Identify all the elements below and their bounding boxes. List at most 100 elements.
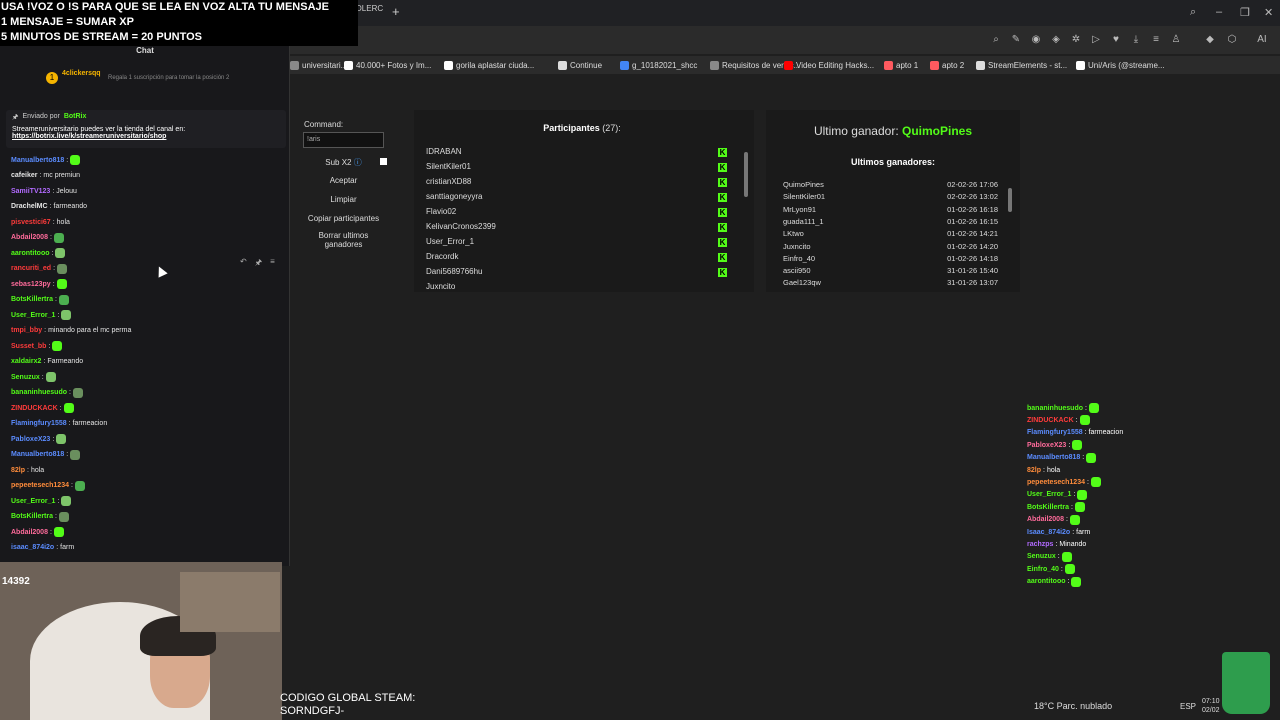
bookmark-item[interactable]: apto 2 <box>930 56 964 74</box>
chat-username[interactable]: cafeiker <box>11 172 37 179</box>
chat-message[interactable]: Abdail2008: <box>11 232 64 244</box>
participants-scrollbar[interactable] <box>744 152 748 197</box>
chat-message[interactable]: bananinhuesudo: <box>11 387 83 399</box>
chat-username[interactable]: rancuriti_ed <box>11 265 51 272</box>
chat-message[interactable]: ZINDUCKACK: <box>11 402 74 414</box>
user-icon[interactable]: ♙ <box>1170 34 1182 46</box>
participant-row[interactable]: Dani5689766hu <box>426 267 726 282</box>
participant-row[interactable]: User_Error_1 <box>426 237 726 252</box>
play-icon[interactable]: ▷ <box>1090 34 1102 46</box>
bookmark-item[interactable]: 40.000+ Fotos y Im... <box>344 56 431 74</box>
chat-message[interactable]: BotsKillertra: <box>11 294 69 306</box>
chat-username[interactable]: SamiiTV123 <box>11 188 50 195</box>
pinned-link[interactable]: https://botrix.live/k/streameruniversita… <box>12 133 280 140</box>
participant-row[interactable]: Juxncito <box>426 282 726 297</box>
bookmark-item[interactable]: apto 1 <box>884 56 918 74</box>
chat-message[interactable]: Manualberto818: <box>11 154 81 166</box>
chat-message[interactable]: Susset_bb: <box>11 340 63 352</box>
chat-username[interactable]: pepeetesech1234 <box>11 482 69 489</box>
chat-message[interactable]: Senuzux: <box>11 371 56 383</box>
command-input[interactable]: !aris <box>303 132 384 148</box>
participant-row[interactable]: santtiagoneyyra <box>426 192 726 207</box>
chat-username[interactable]: Manualberto818 <box>11 451 64 458</box>
heart-icon[interactable]: ♥ <box>1110 34 1122 46</box>
chat-message[interactable]: Abdail2008: <box>11 526 64 538</box>
accept-button[interactable]: Aceptar <box>303 176 384 185</box>
clock[interactable]: 07:10 02/02 <box>1202 697 1220 715</box>
pin-icon[interactable]: 🖈 <box>255 257 262 269</box>
chat-message[interactable]: User_Error_1: <box>11 495 72 507</box>
participant-row[interactable]: KelivanCronos2399 <box>426 222 726 237</box>
bookmark-item[interactable]: Continue <box>558 56 602 74</box>
bookmark-item[interactable]: Uni/Aris (@streame... <box>1076 56 1165 74</box>
chat-message[interactable]: rancuriti_ed: <box>11 263 68 275</box>
chat-message[interactable]: Flamingfury1558: farmeacion <box>11 418 107 430</box>
bookmark-item[interactable]: Video Editing Hacks... <box>784 56 874 74</box>
maximize-icon[interactable]: ❐ <box>1240 6 1250 19</box>
chat-username[interactable]: sebas123py <box>11 281 51 288</box>
chat-message[interactable]: PabloxeX23: <box>11 433 67 445</box>
clear-winners-button[interactable]: Borrar ultimos ganadores <box>303 231 384 249</box>
chat-username[interactable]: isaac_874i2o <box>11 544 54 551</box>
chat-message[interactable]: sebas123py: <box>11 278 67 290</box>
sub-x2-checkbox[interactable] <box>380 158 387 165</box>
chat-username[interactable]: bananinhuesudo <box>11 389 67 396</box>
bookmark-item[interactable]: StreamElements - st... <box>976 56 1067 74</box>
new-tab-button[interactable]: + <box>392 4 400 19</box>
download-icon[interactable]: ⤓ <box>1130 34 1142 46</box>
chat-username[interactable]: xaldairx2 <box>11 358 41 365</box>
chat-message[interactable]: SamiiTV123: Jelouu <box>11 185 77 197</box>
chat-username[interactable]: Susset_bb <box>11 343 46 350</box>
zoom-icon[interactable]: ⌕ <box>990 34 1002 46</box>
search-tabs-icon[interactable]: ⌕ <box>1190 6 1196 19</box>
chat-username[interactable]: PabloxeX23 <box>11 436 50 443</box>
chat-message[interactable]: pisvestici67: hola <box>11 216 70 228</box>
close-icon[interactable]: ✕ <box>1264 6 1273 19</box>
participant-row[interactable]: Dracordk <box>426 252 726 267</box>
diamond-icon[interactable]: ◆ <box>1204 34 1216 46</box>
winners-scrollbar[interactable] <box>1008 188 1012 212</box>
chat-username[interactable]: Manualberto818 <box>11 157 64 164</box>
chat-message[interactable]: isaac_874i2o: farm <box>11 542 74 554</box>
sub-gift-banner[interactable]: 1 4clickersqq Regala 1 suscripción para … <box>44 70 244 90</box>
chat-username[interactable]: Abdail2008 <box>11 234 48 241</box>
chat-message[interactable]: Manualberto818: <box>11 449 81 461</box>
chat-username[interactable]: DrachelMC <box>11 203 48 210</box>
weather-widget[interactable]: 18°C Parc. nublado <box>1034 701 1112 711</box>
chat-username[interactable]: tmpi_bby <box>11 327 42 334</box>
chat-message[interactable]: 82lp: hola <box>11 464 44 476</box>
participant-row[interactable]: cristianXD88 <box>426 177 726 192</box>
chat-message[interactable]: xaldairx2: Farmeando <box>11 356 83 368</box>
chat-message[interactable]: aarontitooo: <box>11 247 66 259</box>
edit-icon[interactable]: ✎ <box>1010 34 1022 46</box>
chat-message[interactable]: cafeiker: mc premiun <box>11 170 80 182</box>
ai-icon[interactable]: AI <box>1250 34 1274 46</box>
chat-username[interactable]: Senuzux <box>11 374 40 381</box>
bookmark-item[interactable]: gorila aplastar ciuda... <box>444 56 534 74</box>
language-indicator[interactable]: ESP <box>1180 702 1196 711</box>
cube-icon[interactable]: ⬡ <box>1226 34 1238 46</box>
chat-username[interactable]: ZINDUCKACK <box>11 405 58 412</box>
chat-username[interactable]: pisvestici67 <box>11 219 51 226</box>
bookmark-item[interactable]: universitari... <box>290 56 347 74</box>
chat-username[interactable]: BotsKillertra <box>11 296 53 303</box>
participant-row[interactable]: SilentKiler01 <box>426 162 726 177</box>
menu-icon[interactable]: ≡ <box>270 257 275 269</box>
list-icon[interactable]: ≡ <box>1150 34 1162 46</box>
chat-username[interactable]: Abdail2008 <box>11 529 48 536</box>
camera-icon[interactable]: ◉ <box>1030 34 1042 46</box>
extension-icon[interactable]: ✲ <box>1070 34 1082 46</box>
clear-button[interactable]: Limpiar <box>303 195 384 204</box>
copy-participants-button[interactable]: Copiar participantes <box>303 214 384 223</box>
reply-icon[interactable]: ↶ <box>240 257 247 269</box>
chat-message[interactable]: User_Error_1: <box>11 309 72 321</box>
chat-username[interactable]: Flamingfury1558 <box>11 420 67 427</box>
chat-username[interactable]: BotsKillertra <box>11 513 53 520</box>
chat-username[interactable]: 82lp <box>11 467 25 474</box>
chat-username[interactable]: aarontitooo <box>11 250 50 257</box>
participant-row[interactable]: IDRABAN <box>426 147 726 162</box>
browser-tab[interactable]: DLERC <box>356 4 383 22</box>
chat-username[interactable]: User_Error_1 <box>11 312 55 319</box>
chat-username[interactable]: User_Error_1 <box>11 498 55 505</box>
minimize-icon[interactable]: – <box>1216 6 1222 18</box>
